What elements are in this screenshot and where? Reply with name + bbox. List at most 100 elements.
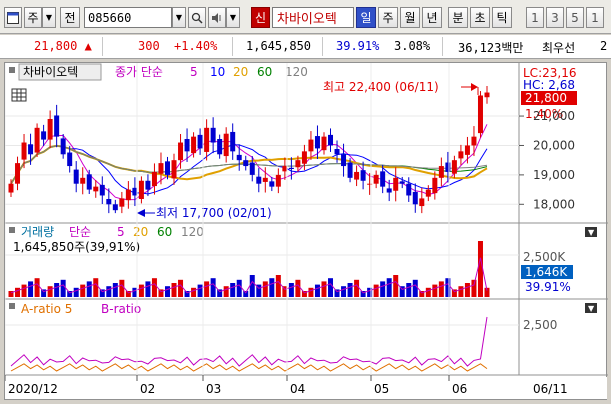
- speaker-dropdown-icon[interactable]: ▼: [226, 7, 240, 28]
- candle-body: [477, 95, 483, 134]
- speaker-icon[interactable]: [208, 7, 226, 28]
- candle-body: [217, 139, 223, 155]
- volume-bar: [269, 278, 275, 297]
- volume-bar: [464, 283, 470, 297]
- candle-body: [334, 149, 340, 155]
- volume-bar: [275, 275, 281, 297]
- x-tick-label: 2020/12: [8, 382, 58, 396]
- volume-bar: [158, 289, 164, 297]
- period-tab-second[interactable]: 초: [470, 7, 490, 28]
- candle-body: [158, 163, 164, 174]
- period-tab-month[interactable]: 월: [400, 7, 420, 28]
- volume-bar: [308, 287, 314, 297]
- interval-button-10[interactable]: 1: [586, 7, 604, 28]
- volume-value-text: 1,645,850주(39,91%): [13, 240, 140, 254]
- volume-bar: [321, 281, 327, 297]
- period-tab-year[interactable]: 년: [422, 7, 442, 28]
- candle-body: [275, 174, 281, 187]
- legend-ma60: 60: [257, 65, 272, 79]
- volume-last-pct: 39.91%: [525, 280, 571, 294]
- candle-body: [354, 171, 360, 180]
- chart-area[interactable]: 차바이오텍 종가 단순 5 10 20 60 120 최고 22,400 (06…: [4, 62, 608, 401]
- candle-body: [328, 134, 334, 146]
- volume-bar: [262, 281, 268, 297]
- legend-close: 종가 단순: [115, 65, 163, 79]
- candle-body: [164, 161, 170, 175]
- volume-bar: [15, 287, 21, 297]
- stock-code-input[interactable]: 085660: [84, 7, 172, 28]
- volume-bar: [151, 278, 157, 297]
- grid-table-icon[interactable]: [11, 88, 27, 102]
- market-type-dropdown-icon[interactable]: ▼: [42, 7, 56, 28]
- volume-bar: [223, 286, 229, 297]
- period-tab-week[interactable]: 주: [378, 7, 398, 28]
- candle-body: [73, 169, 79, 184]
- volume-bar: [328, 278, 334, 297]
- candle-body: [67, 152, 73, 167]
- volume-value: 1,645,850: [246, 39, 312, 53]
- price-tick-label: 21,000: [533, 109, 575, 123]
- candle-body: [288, 167, 294, 169]
- interval-button-1[interactable]: 1: [526, 7, 544, 28]
- related-label[interactable]: 최우선: [542, 39, 575, 56]
- price-tick-label: 18,000: [533, 197, 575, 211]
- volume-bar: [406, 283, 412, 297]
- volume-bar: [354, 279, 360, 297]
- volume-bar: [41, 289, 47, 297]
- candle-body: [243, 160, 249, 167]
- volume-bar: [86, 281, 92, 297]
- search-icon[interactable]: [188, 7, 206, 28]
- volume-bar: [412, 279, 418, 297]
- candle-body: [151, 171, 157, 187]
- volume-bar: [458, 286, 464, 297]
- candle-body: [28, 144, 34, 155]
- volume-bar: [451, 289, 457, 297]
- volume-bar: [138, 284, 144, 297]
- market-type-button[interactable]: 주: [24, 7, 42, 28]
- candle-body: [314, 136, 320, 149]
- volume-bar: [314, 284, 320, 297]
- candle-body: [178, 142, 184, 161]
- volume-bar: [93, 278, 99, 297]
- volume-legend-ma5: 5: [117, 225, 125, 239]
- volume-bar: [295, 279, 301, 297]
- price-change-pct: +1.40%: [174, 39, 218, 53]
- volume-bar: [373, 284, 379, 297]
- candle-body: [256, 176, 262, 184]
- candle-body: [321, 136, 327, 151]
- last-price-value: 21,800: [525, 91, 567, 105]
- ratio-panel-menu-glyph: ▼: [588, 304, 595, 313]
- volume-bar: [47, 286, 53, 297]
- stock-chart[interactable]: 차바이오텍 종가 단순 5 10 20 60 120 최고 22,400 (06…: [4, 63, 608, 401]
- volume-bar: [288, 283, 294, 297]
- interval-button-3[interactable]: 3: [546, 7, 564, 28]
- legend-ma10: 10: [210, 65, 225, 79]
- interval-button-5[interactable]: 5: [566, 7, 584, 28]
- volume-bar: [73, 287, 79, 297]
- candle-body: [99, 184, 105, 196]
- candle-body: [41, 131, 47, 140]
- period-tab-day[interactable]: 일: [356, 7, 376, 28]
- candle-body: [21, 142, 27, 160]
- period-tab-minute[interactable]: 분: [448, 7, 468, 28]
- candle-body: [341, 154, 347, 167]
- stock-code-dropdown-icon[interactable]: ▼: [172, 7, 186, 28]
- candle-body: [360, 170, 366, 181]
- window-icon[interactable]: [4, 7, 22, 28]
- volume-bar: [432, 284, 438, 297]
- period-tab-tick[interactable]: 틱: [492, 7, 512, 28]
- ratio-legend-box-icon: [9, 303, 15, 309]
- price-tick-label: 19,000: [533, 168, 575, 182]
- candle-body: [393, 177, 399, 191]
- candle-body: [425, 189, 431, 197]
- high-annotation: 최고 22,400 (06/11): [323, 80, 439, 94]
- prev-button[interactable]: 전: [60, 7, 80, 28]
- x-tick-label: 06: [452, 382, 467, 396]
- candle-body: [451, 160, 457, 174]
- quote-tail: 2: [600, 39, 608, 53]
- hc-label: HC: 2,68: [523, 78, 575, 92]
- volume-ratio: 39.91%: [336, 39, 380, 53]
- volume-legend-ma120: 120: [181, 225, 204, 239]
- stock-name-field[interactable]: 차바이오텍: [272, 7, 354, 28]
- candle-body: [204, 127, 210, 152]
